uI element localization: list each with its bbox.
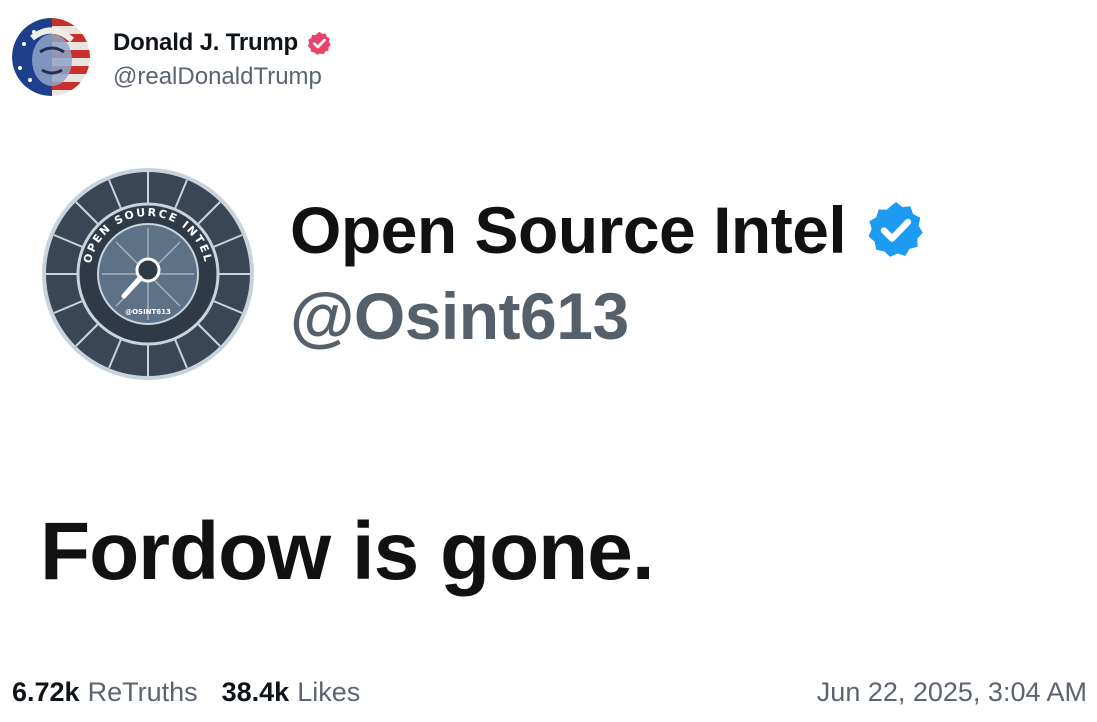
embed-post-text: Fordow is gone. <box>40 506 655 597</box>
retruths-label: ReTruths <box>87 676 198 707</box>
retruths-count: 6.72k <box>12 676 80 707</box>
likes-stat[interactable]: 38.4k Likes <box>222 677 361 708</box>
logo-bottom-text: @OSINT613 <box>125 308 171 316</box>
embed-account-name: Open Source Intel <box>290 193 847 267</box>
verified-badge-icon <box>306 30 333 57</box>
embed-title-row: Open Source Intel <box>290 190 928 270</box>
avatar[interactable] <box>12 18 90 96</box>
post-header: Donald J. Trump @realDonaldTrump <box>12 18 333 96</box>
author-block: Donald J. Trump @realDonaldTrump <box>113 23 333 91</box>
embed-account-handle: @Osint613 <box>290 279 629 353</box>
likes-count: 38.4k <box>221 676 290 707</box>
post-timestamp[interactable]: Jun 22, 2025, 3:04 AM <box>817 677 1087 708</box>
post-footer: 6.72k ReTruths 38.4k Likes Jun 22, 2025,… <box>12 672 1087 712</box>
embedded-image[interactable]: OPEN SOURCE INTEL @OSINT613 Open Source … <box>0 150 1097 620</box>
verified-badge-icon <box>864 198 928 262</box>
author-name[interactable]: Donald J. Trump <box>113 29 298 57</box>
osint-logo: OPEN SOURCE INTEL @OSINT613 <box>40 166 256 382</box>
likes-label: Likes <box>297 676 361 707</box>
avatar-image <box>12 18 90 96</box>
author-name-row: Donald J. Trump <box>113 23 333 63</box>
retruths-stat[interactable]: 6.72k ReTruths <box>12 677 198 708</box>
author-handle[interactable]: @realDonaldTrump <box>113 63 333 91</box>
